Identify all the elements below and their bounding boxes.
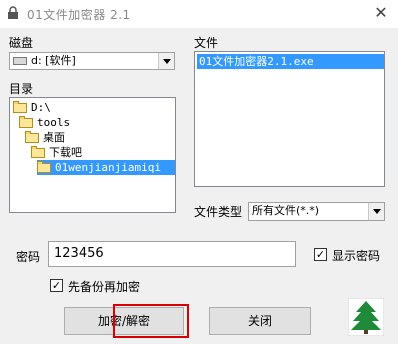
file-list[interactable]: 01文件加密器2.1.exe bbox=[194, 51, 385, 187]
password-input[interactable]: 123456 bbox=[48, 241, 296, 267]
open-folder-icon bbox=[13, 101, 27, 113]
drive-icon bbox=[13, 57, 27, 65]
open-folder-icon bbox=[25, 131, 39, 143]
window-title: 01文件加密器 2.1 bbox=[27, 8, 131, 22]
directory-label: 目录 bbox=[9, 82, 34, 96]
file-type-value: 所有文件(*.*) bbox=[252, 204, 320, 217]
lock-icon bbox=[8, 6, 18, 19]
drive-dropdown-arrow[interactable] bbox=[158, 53, 174, 69]
backup-checkbox[interactable]: ✓ bbox=[50, 279, 63, 292]
drive-select[interactable]: d: [软件] bbox=[9, 52, 175, 70]
file-type-dropdown-arrow[interactable] bbox=[368, 203, 384, 220]
tree-item-selected[interactable]: 01wenjianjiamiqi bbox=[37, 160, 175, 175]
open-folder-icon bbox=[31, 146, 45, 158]
backup-label: 先备份再加密 bbox=[68, 280, 141, 294]
open-folder-icon bbox=[19, 116, 33, 128]
file-list-item[interactable]: 01文件加密器2.1.exe bbox=[197, 54, 384, 69]
highlight-box bbox=[113, 304, 189, 338]
drive-label: 磁盘 bbox=[9, 36, 34, 50]
show-password-label: 显示密码 bbox=[332, 249, 381, 263]
files-label: 文件 bbox=[194, 36, 219, 50]
chevron-down-icon bbox=[372, 209, 381, 214]
chevron-down-icon bbox=[162, 58, 171, 64]
title-bar: 01文件加密器 2.1 ✕ bbox=[0, 0, 398, 28]
drive-value: d: [软件] bbox=[31, 54, 76, 67]
file-type-select[interactable]: 所有文件(*.*) bbox=[248, 202, 385, 221]
close-button[interactable]: 关闭 bbox=[209, 307, 311, 335]
tree-logo-icon bbox=[348, 298, 384, 336]
open-folder-icon bbox=[37, 161, 51, 173]
directory-tree[interactable]: D:\ tools 桌面 下载吧 01wenjianjiamiqi bbox=[9, 97, 176, 213]
show-password-checkbox[interactable]: ✓ bbox=[314, 248, 327, 261]
file-type-label: 文件类型 bbox=[194, 205, 243, 219]
password-label: 密码 bbox=[16, 250, 41, 264]
close-window-button[interactable]: ✕ bbox=[368, 1, 394, 25]
